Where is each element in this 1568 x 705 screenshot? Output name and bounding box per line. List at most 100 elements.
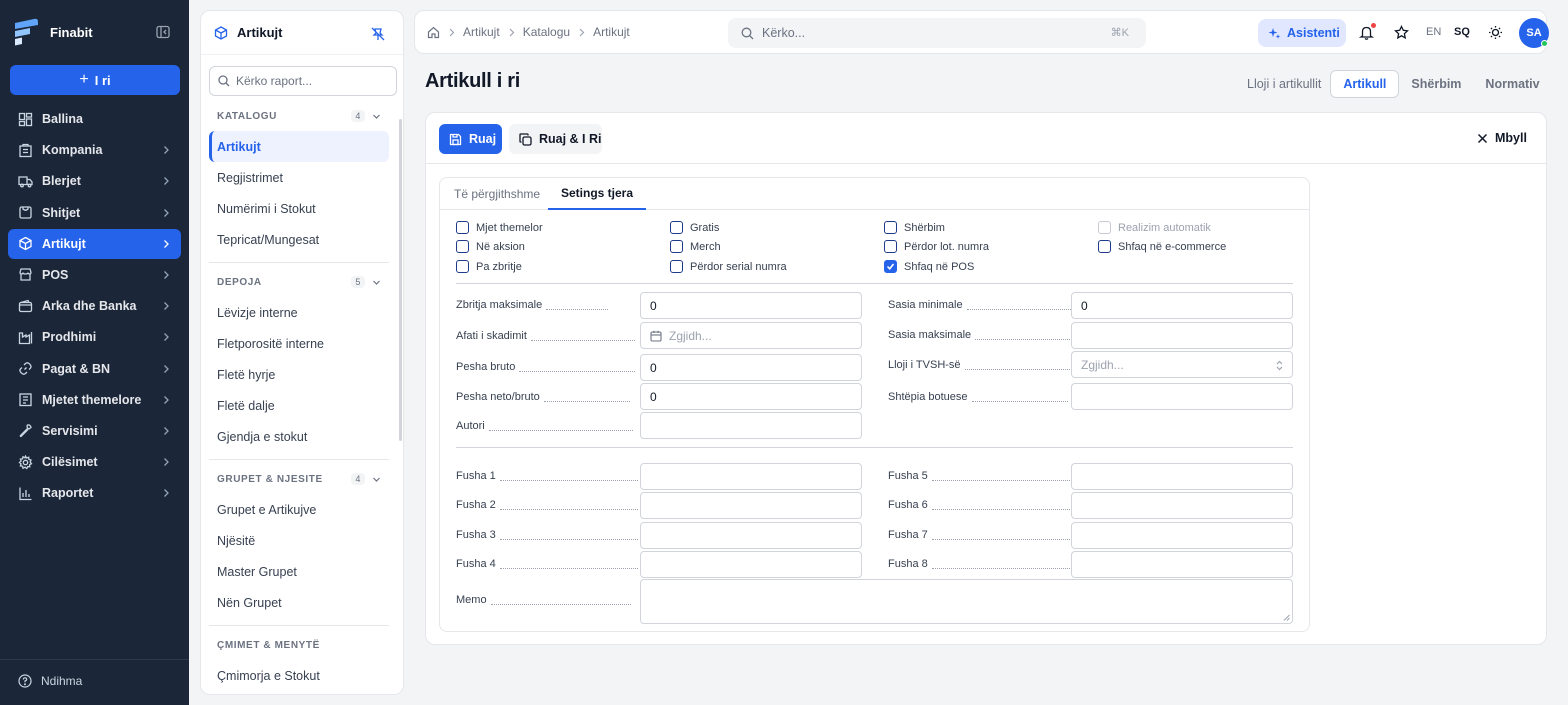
settings-checkbox[interactable]: Gratis xyxy=(670,221,719,234)
close-icon xyxy=(1477,133,1488,144)
panel-section-header[interactable]: KATALOGU 4 xyxy=(209,107,389,125)
panel-item[interactable]: Artikujt xyxy=(209,131,389,162)
sidebar-item-artikujt[interactable]: Artikujt xyxy=(8,228,181,259)
sasia-minimale-input[interactable]: 0 xyxy=(1071,292,1293,319)
lloji-tvsh-select[interactable]: Zgjidh... xyxy=(1071,351,1293,378)
panel-item[interactable]: Gjendja e stokut xyxy=(209,421,389,452)
sidebar-item-arka-dhe-banka[interactable]: Arka dhe Banka xyxy=(8,291,181,321)
shtepia-botuese-input[interactable] xyxy=(1071,383,1293,410)
fusha-5-input[interactable] xyxy=(1071,463,1293,490)
type-option-sherbim[interactable]: Shërbim xyxy=(1399,70,1473,98)
sidebar-item-cilësimet[interactable]: Cilësimet xyxy=(8,447,181,477)
sidebar-item-pagat-bn[interactable]: Pagat & BN xyxy=(8,354,181,384)
field-label-text: Fusha 1 xyxy=(456,470,496,482)
fusha-8-input[interactable] xyxy=(1071,551,1293,578)
settings-checkbox[interactable]: Shfaq në POS xyxy=(884,260,974,273)
breadcrumb-item[interactable]: Artikujt xyxy=(463,25,500,39)
settings-checkbox[interactable]: Merch xyxy=(670,240,721,253)
global-search-input[interactable]: Kërko... ⌘K xyxy=(728,18,1146,48)
panel-section-header[interactable]: DEPOJA 5 xyxy=(209,273,389,291)
lang-sq[interactable]: SQ xyxy=(1454,26,1470,38)
afati-skadimit-datepicker[interactable]: Zgjidh... xyxy=(640,322,862,349)
type-option-artikull[interactable]: Artikull xyxy=(1330,70,1400,98)
asset-icon xyxy=(18,392,33,407)
field-label-text: Lloji i TVSH-së xyxy=(888,359,961,371)
settings-checkbox[interactable]: Pa zbritje xyxy=(456,260,522,273)
settings-checkbox[interactable]: Mjet themelor xyxy=(456,221,543,234)
fusha-6-input[interactable] xyxy=(1071,492,1293,519)
panel-item[interactable]: Lëvizje interne xyxy=(209,297,389,328)
panel-section-header[interactable]: ÇMIMET & MENYTË xyxy=(209,636,389,654)
brand[interactable]: Finabit xyxy=(12,17,93,47)
assistant-button[interactable]: Asistenti xyxy=(1258,19,1346,47)
fusha-7-input[interactable] xyxy=(1071,522,1293,549)
settings-checkbox[interactable]: Shërbim xyxy=(884,221,945,234)
sidebar-nav: Ballina Kompania Blerjet Shitjet Artikuj… xyxy=(8,104,181,509)
sidebar-item-prodhimi[interactable]: Prodhimi xyxy=(8,322,181,352)
home-icon[interactable] xyxy=(427,26,440,39)
help-link[interactable]: Ndihma xyxy=(18,674,82,688)
collapse-sidebar-icon[interactable] xyxy=(156,25,170,39)
tab-other-settings[interactable]: Setings tjera xyxy=(548,178,647,210)
sidebar-item-mjetet-themelore[interactable]: Mjetet themelore xyxy=(8,385,181,415)
zbritja-maksimale-input[interactable]: 0 xyxy=(640,292,862,319)
type-option-normativ[interactable]: Normativ xyxy=(1473,70,1551,98)
save-button[interactable]: Ruaj xyxy=(439,124,502,154)
checkbox-label: Shërbim xyxy=(904,221,945,234)
plus-icon: + xyxy=(79,71,89,88)
new-button[interactable]: + I ri xyxy=(10,65,180,95)
field-label-text: Pesha neto/bruto xyxy=(456,391,540,403)
checkbox-checked-icon xyxy=(884,260,897,273)
close-button[interactable]: Mbyll xyxy=(1477,131,1527,145)
tab-general[interactable]: Të përgjithshme xyxy=(454,178,540,210)
breadcrumb-item[interactable]: Katalogu xyxy=(523,25,570,39)
field-label-shtepia: Shtëpia botuese xyxy=(888,391,1068,403)
panel-item[interactable]: Printo Barkodet xyxy=(209,691,389,694)
settings-checkbox[interactable]: Përdor serial numra xyxy=(670,260,787,273)
fusha-3-input[interactable] xyxy=(640,522,862,549)
panel-item[interactable]: Tepricat/Mungesat xyxy=(209,224,389,255)
panel-item[interactable]: Numërimi i Stokut xyxy=(209,193,389,224)
save-and-new-button[interactable]: Ruaj & I Ri xyxy=(509,124,602,154)
sun-icon[interactable] xyxy=(1488,25,1503,40)
sasia-maksimale-input[interactable] xyxy=(1071,322,1293,349)
unpin-icon[interactable] xyxy=(371,27,385,41)
sidebar-item-raportet[interactable]: Raportet xyxy=(8,478,181,508)
sidebar-item-blerjet[interactable]: Blerjet xyxy=(8,166,181,196)
sidebar-item-kompania[interactable]: Kompania xyxy=(8,135,181,165)
settings-checkbox[interactable]: Përdor lot. numra xyxy=(884,240,989,253)
settings-checkbox[interactable]: Në aksion xyxy=(456,240,525,253)
sidebar-item-shitjet[interactable]: Shitjet xyxy=(8,198,181,228)
checkbox-icon xyxy=(670,221,683,234)
panel-item[interactable]: Njësitë xyxy=(209,525,389,556)
lang-en[interactable]: EN xyxy=(1426,26,1441,38)
chevron-right-icon xyxy=(161,145,171,155)
panel-item[interactable]: Fletë hyrje xyxy=(209,359,389,390)
fusha-1-input[interactable] xyxy=(640,463,862,490)
calendar-icon xyxy=(650,330,662,342)
field-label-text: Fusha 8 xyxy=(888,558,928,570)
panel-item[interactable]: Regjistrimet xyxy=(209,162,389,193)
panel-item[interactable]: Fletporositë interne xyxy=(209,328,389,359)
sidebar-item-pos[interactable]: POS xyxy=(8,260,181,290)
pesha-bruto-input[interactable]: 0 xyxy=(640,354,862,381)
resize-handle-icon[interactable] xyxy=(1283,614,1290,621)
autori-input[interactable] xyxy=(640,412,862,439)
panel-item[interactable]: Grupet e Artikujve xyxy=(209,494,389,525)
memo-textarea[interactable] xyxy=(640,579,1293,624)
settings-checkbox[interactable]: Shfaq në e-commerce xyxy=(1098,240,1226,253)
report-search-input[interactable]: Kërko raport... xyxy=(209,66,397,96)
star-icon[interactable] xyxy=(1394,25,1409,40)
panel-item[interactable]: Çmimorja e Stokut xyxy=(209,660,389,691)
panel-section-header[interactable]: GRUPET & NJESITE 4 xyxy=(209,470,389,488)
panel-item[interactable]: Fletë dalje xyxy=(209,390,389,421)
pesha-neto-bruto-input[interactable]: 0 xyxy=(640,383,862,410)
panel-scrollbar[interactable] xyxy=(399,119,402,441)
fusha-2-input[interactable] xyxy=(640,492,862,519)
fusha-4-input[interactable] xyxy=(640,551,862,578)
panel-item[interactable]: Nën Grupet xyxy=(209,587,389,618)
sidebar-item-servisimi[interactable]: Servisimi xyxy=(8,416,181,446)
sidebar-item-ballina[interactable]: Ballina xyxy=(8,104,181,134)
panel-item[interactable]: Master Grupet xyxy=(209,556,389,587)
dashboard-icon xyxy=(18,112,33,127)
